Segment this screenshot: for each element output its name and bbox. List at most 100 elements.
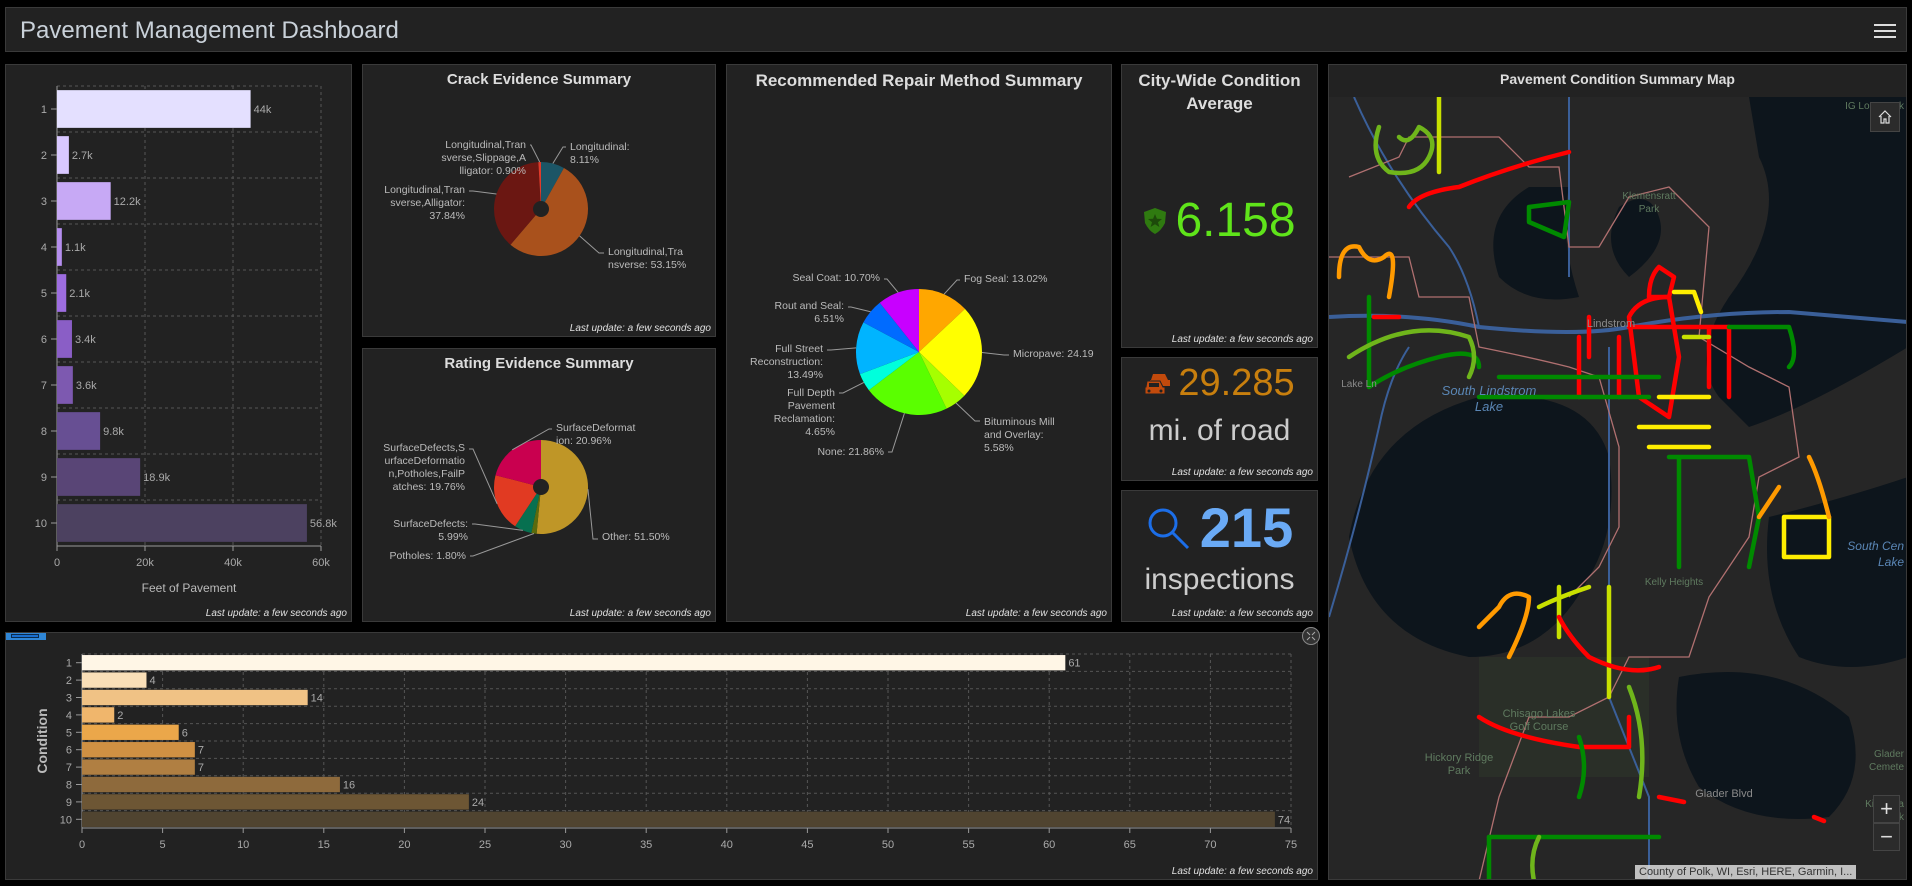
pie-label-line: 5.99% bbox=[438, 531, 468, 543]
data-label: 3.6k bbox=[76, 380, 97, 392]
repair-method-panel: Recommended Repair Method Summary Fog Se… bbox=[726, 64, 1112, 622]
home-icon[interactable] bbox=[1870, 102, 1900, 132]
x-tick-label: 40 bbox=[721, 839, 733, 851]
pie-label-line: lligator: 0.90% bbox=[459, 165, 526, 177]
bar bbox=[57, 182, 111, 220]
search-icon bbox=[1148, 508, 1189, 549]
panel-title: Recommended Repair Method Summary bbox=[755, 71, 1083, 90]
bar bbox=[57, 90, 251, 128]
feet-of-pavement-panel: 0 20k 40k 60k 1 44k 2 2.7k 3 12.2k 4 1.1k 5 2.1k 6 3.4k… bbox=[5, 64, 352, 622]
zoom-out-button[interactable]: − bbox=[1873, 823, 1900, 851]
data-label: 6 bbox=[182, 727, 188, 739]
condition-count-chart: 0 5 10 15 20 25 30 35 40 45 50 55 60 65 70 751 612 43 144 2… bbox=[34, 653, 1297, 851]
y-tick-label: 8 bbox=[41, 426, 47, 438]
data-label: 7 bbox=[198, 762, 204, 774]
x-tick-label: 45 bbox=[801, 839, 813, 851]
pie-label: Rout and Seal: 6.51% bbox=[775, 300, 844, 325]
pie-label-line: Micropave: 24.19 bbox=[1013, 348, 1094, 360]
x-tick-label: 65 bbox=[1124, 839, 1136, 851]
bar bbox=[82, 776, 340, 793]
pie-label: Full Depth Pavement Reclamation: 4.65% bbox=[774, 387, 835, 438]
pie-label-line: Full Depth bbox=[787, 387, 835, 399]
panel-title: Rating Evidence Summary bbox=[444, 355, 634, 372]
map-attribution[interactable]: County of Polk, WI, Esri, HERE, Garmin, … bbox=[1635, 865, 1857, 879]
fullscreen-toggle-icon[interactable] bbox=[1302, 627, 1320, 645]
pie-label-line: Seal Coat: 10.70% bbox=[792, 272, 880, 284]
bar bbox=[57, 458, 141, 496]
pie-label-line: Reconstruction: bbox=[750, 356, 823, 368]
x-tick-label: 60 bbox=[1043, 839, 1055, 851]
pie-label-line: 6.51% bbox=[814, 313, 844, 325]
pie-label-line: Full Street bbox=[775, 343, 823, 355]
last-update: Last update: a few seconds ago bbox=[569, 323, 711, 334]
map-view[interactable]: South Lindstrom Lake South Cen Lake Lindstro… bbox=[1329, 94, 1907, 880]
data-label: 44k bbox=[254, 104, 272, 116]
pie-label-line: sverse,Alligator: bbox=[390, 197, 465, 209]
data-label: 16 bbox=[343, 780, 355, 792]
x-tick-label: 40k bbox=[224, 557, 242, 569]
pie-label-line: SurfaceDeformat bbox=[556, 422, 635, 434]
pie-label-line: 5.58% bbox=[984, 442, 1014, 454]
pie-label-line: SurfaceDefects,S bbox=[383, 442, 465, 454]
leader-line bbox=[981, 351, 1009, 356]
pie-label-line: 13.49% bbox=[787, 369, 823, 381]
bar bbox=[82, 707, 115, 723]
feet-of-pavement-chart: 0 20k 40k 60k 1 44k 2 2.7k 3 12.2k 4 1.1k 5 2.1k 6 3.4k… bbox=[35, 85, 337, 595]
pie-label-line: Longitudinal,Tran bbox=[384, 184, 465, 196]
pie-label: Micropave: 24.19 bbox=[1013, 348, 1094, 360]
pie-label: Other: 51.50% bbox=[602, 531, 670, 543]
hamburger-menu-icon[interactable] bbox=[1874, 20, 1896, 40]
pie-label-line: Other: 51.50% bbox=[602, 531, 670, 543]
bar bbox=[57, 504, 307, 542]
pie-label: Fog Seal: 13.02% bbox=[964, 273, 1047, 285]
leader-line bbox=[469, 190, 497, 195]
pie-label-line: None: 21.86% bbox=[817, 446, 884, 458]
y-tick-label: 6 bbox=[66, 745, 72, 757]
y-tick-label: 3 bbox=[41, 196, 47, 208]
x-tick-label: 10 bbox=[237, 839, 249, 851]
crack-evidence-panel: Crack Evidence Summary Longitudinal: 8.11… bbox=[362, 64, 716, 337]
pie-label-line: Fog Seal: 13.02% bbox=[964, 273, 1047, 285]
data-label: 2.7k bbox=[72, 150, 93, 162]
bar bbox=[82, 759, 195, 775]
shield-star-icon bbox=[1144, 207, 1167, 234]
x-tick-label: 70 bbox=[1204, 839, 1216, 851]
last-update: Last update: a few seconds ago bbox=[1171, 608, 1313, 619]
dashboard-header: Pavement Management Dashboard bbox=[5, 7, 1907, 52]
bar bbox=[57, 228, 62, 266]
panel-title: City-Wide Condition Average bbox=[1138, 71, 1301, 113]
leader-line bbox=[884, 278, 899, 293]
data-label: 1.1k bbox=[65, 242, 86, 254]
pie-label-line: and Overlay: bbox=[984, 429, 1044, 441]
pie-label: Longitudinal,Tran sverse,Alligator: 37.84% bbox=[384, 184, 465, 222]
data-label: 9.8k bbox=[103, 426, 124, 438]
y-tick-label: 10 bbox=[60, 814, 72, 826]
map-label: Lindstrom bbox=[1587, 318, 1635, 330]
bar bbox=[57, 366, 73, 404]
pie-label: SurfaceDefects: 5.99% bbox=[393, 518, 468, 543]
map-canvas[interactable]: South LindstromLakeSouth CenLakeLindstro… bbox=[1329, 94, 1907, 880]
x-tick-label: 25 bbox=[479, 839, 491, 851]
pie-label-line: n,Potholes,FailP bbox=[389, 468, 465, 480]
data-label: 56.8k bbox=[310, 518, 337, 530]
map-label: Kelly Heights bbox=[1645, 577, 1703, 588]
bar bbox=[82, 724, 179, 740]
selection-indicator[interactable] bbox=[6, 633, 46, 640]
data-label: 18.9k bbox=[143, 472, 170, 484]
pie-hole bbox=[533, 479, 549, 495]
leader-line bbox=[470, 532, 535, 557]
pie-label-line: Bituminous Mill bbox=[984, 416, 1055, 428]
map-label: Golf Course bbox=[1510, 721, 1569, 733]
map-label: Glader Blvd bbox=[1695, 788, 1752, 800]
data-label: 3.4k bbox=[75, 334, 96, 346]
pie-label-line: atches: 19.76% bbox=[393, 481, 465, 493]
pie-label-line: Potholes: 1.80% bbox=[390, 550, 466, 562]
bar bbox=[82, 672, 147, 688]
map-label: Cemete bbox=[1869, 762, 1904, 773]
leader-line bbox=[469, 448, 498, 505]
road-miles-panel: 29.285 mi. of road Last update: a few se… bbox=[1121, 357, 1318, 481]
data-label: 2 bbox=[117, 710, 123, 722]
y-tick-label: 7 bbox=[41, 380, 47, 392]
bar bbox=[82, 811, 1275, 827]
zoom-in-button[interactable]: + bbox=[1873, 795, 1900, 823]
